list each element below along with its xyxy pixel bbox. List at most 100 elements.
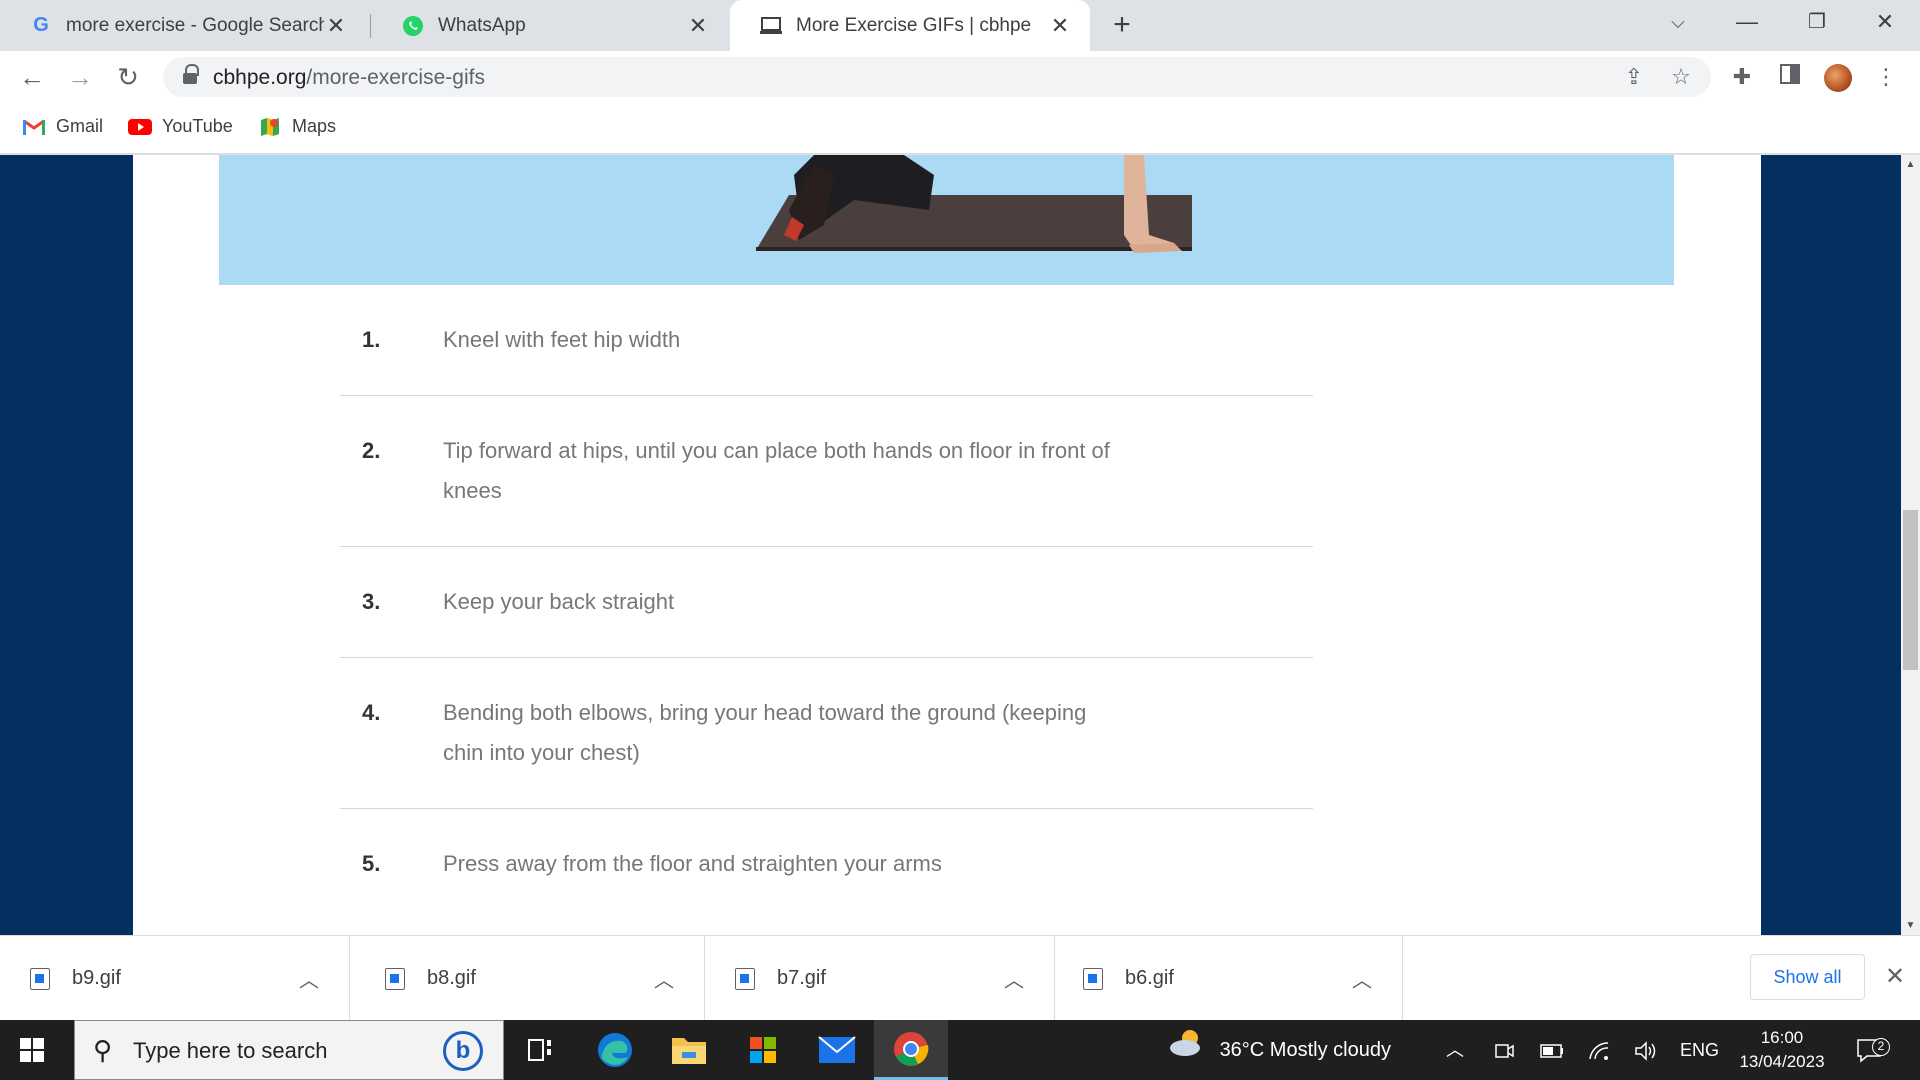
page-scrollbar[interactable]: ▲ ▼ [1901,155,1920,935]
page-content: 1. Kneel with feet hip width 2. Tip forw… [133,155,1761,935]
exercise-steps-list: 1. Kneel with feet hip width 2. Tip forw… [340,285,1313,919]
mail-icon[interactable] [800,1020,874,1080]
taskbar-search-input[interactable]: ⚲ Type here to search b [74,1020,504,1080]
step-text: Tip forward at hips, until you can place… [443,438,1110,503]
profile-avatar[interactable] [1824,64,1852,92]
list-item: 5. Press away from the floor and straigh… [340,809,1313,919]
notification-count: 2 [1872,1038,1890,1056]
download-filename: b9.gif [72,967,121,989]
new-tab-button[interactable]: + [1106,8,1138,42]
list-item: 2. Tip forward at hips, until you can pl… [340,396,1313,547]
close-icon[interactable]: ✕ [1048,13,1072,39]
show-all-button[interactable]: Show all [1750,954,1865,1000]
weather-text: 36°C Mostly cloudy [1219,1039,1391,1061]
volume-icon[interactable] [1634,1020,1658,1080]
image-file-icon [30,967,50,990]
whatsapp-icon [402,15,424,37]
notifications-icon[interactable]: 2 [1855,1020,1890,1080]
minimize-icon[interactable]: — [1714,0,1780,44]
clock-date: 13/04/2023 [1739,1052,1825,1071]
chrome-icon[interactable] [874,1020,948,1080]
menu-kebab-icon[interactable]: ⋮ [1870,61,1902,93]
reload-icon[interactable]: ↻ [112,61,144,93]
chevron-up-icon[interactable]: ︿ [1004,964,1024,993]
bookmark-gmail[interactable]: Gmail [22,116,103,137]
image-file-icon [735,967,755,990]
download-item[interactable]: b7.gif ︿ [705,936,1055,1021]
window-close-icon[interactable]: ✕ [1852,0,1918,44]
meet-now-icon[interactable] [1494,1020,1514,1080]
step-text: Kneel with feet hip width [443,327,681,352]
chevron-up-icon[interactable]: ︿ [654,964,674,993]
taskbar-clock[interactable]: 16:00 13/04/2023 [1727,1026,1837,1074]
tab-title: More Exercise GIFs | cbhpe [796,14,1032,36]
show-hidden-icons-chevron-icon[interactable]: ︿ [1446,1020,1464,1080]
exercise-gif-banner [219,155,1674,285]
scrollbar-thumb[interactable] [1903,510,1918,670]
page-viewport: 1. Kneel with feet hip width 2. Tip forw… [0,155,1901,935]
url-text[interactable]: cbhpe.org/more-exercise-gifs [213,66,485,90]
download-item[interactable]: b9.gif ︿ [0,936,350,1021]
google-icon: G [33,14,49,36]
image-file-icon [385,967,405,990]
bing-icon[interactable]: b [443,1031,483,1071]
download-item[interactable]: b6.gif ︿ [1053,936,1403,1021]
back-arrow-icon[interactable]: ← [16,61,48,93]
bookmark-label: YouTube [162,116,233,136]
browser-toolbar: ← → ↻ cbhpe.org/more-exercise-gifs ⇪ ☆ ✚… [0,51,1920,103]
tab-strip: G more exercise - Google Search ✕ WhatsA… [0,0,1920,51]
tab-title: more exercise - Google Search [66,14,324,36]
bookmarks-bar: Gmail YouTube Maps [0,103,1920,154]
wifi-icon[interactable] [1588,1020,1610,1080]
step-number: 5. [362,851,381,876]
bookmark-youtube[interactable]: YouTube [128,116,233,137]
site-icon [760,15,782,37]
close-icon[interactable]: ✕ [324,13,348,39]
cloud-sun-icon [1168,1021,1206,1080]
tab-more-exercise[interactable]: More Exercise GIFs | cbhpe ✕ [730,0,1090,51]
tab-separator [370,14,371,38]
battery-icon[interactable] [1540,1020,1564,1080]
tab-whatsapp[interactable]: WhatsApp ✕ [372,0,728,51]
close-icon[interactable]: ✕ [686,13,710,39]
address-bar[interactable]: cbhpe.org/more-exercise-gifs ⇪ ☆ [163,57,1711,97]
search-icon: ⚲ [93,1035,113,1065]
close-download-bar-icon[interactable]: ✕ [1880,962,1910,992]
image-file-icon [1083,967,1103,990]
chevron-up-icon[interactable]: ︿ [299,964,319,993]
step-text: Bending both elbows, bring your head tow… [443,700,1087,765]
bookmark-label: Maps [292,116,337,136]
step-number: 2. [362,438,381,463]
bookmark-label: Gmail [56,116,104,136]
step-number: 3. [362,589,381,614]
side-panel-icon[interactable] [1774,61,1806,93]
share-icon[interactable]: ⇪ [1619,62,1649,92]
file-explorer-icon[interactable] [652,1020,726,1080]
tab-google-search[interactable]: G more exercise - Google Search ✕ [0,0,366,51]
clock-time: 16:00 [1760,1028,1804,1047]
maps-icon [258,117,282,137]
exercise-gif [704,155,1249,285]
forward-arrow-icon[interactable]: → [64,61,96,93]
star-icon[interactable]: ☆ [1666,62,1696,92]
weather-widget[interactable]: 36°C Mostly cloudy [1168,1020,1391,1080]
tab-title: WhatsApp [438,14,526,36]
language-indicator[interactable]: ENG [1680,1020,1719,1080]
scroll-down-arrow-icon[interactable]: ▼ [1901,916,1920,935]
windows-taskbar: ⚲ Type here to search b 36°C Mostly clou… [0,1020,1920,1080]
download-item[interactable]: b8.gif ︿ [355,936,705,1021]
download-bar: b9.gif ︿ b8.gif ︿ b7.gif ︿ b6.gif ︿ Show… [0,935,1920,1021]
download-filename: b8.gif [427,967,476,989]
chevron-up-icon[interactable]: ︿ [1352,964,1372,993]
task-view-icon[interactable] [504,1020,578,1080]
extensions-icon[interactable]: ✚ [1726,61,1758,93]
restore-icon[interactable]: ❐ [1784,0,1850,44]
tab-search-chevron-icon[interactable]: ⌵ [1645,0,1711,44]
edge-icon[interactable] [578,1020,652,1080]
windows-start-icon[interactable] [20,1038,44,1062]
scroll-up-arrow-icon[interactable]: ▲ [1901,155,1920,174]
bookmark-maps[interactable]: Maps [258,116,336,137]
step-number: 1. [362,327,381,352]
microsoft-store-icon[interactable] [726,1020,800,1080]
download-filename: b7.gif [777,967,826,989]
